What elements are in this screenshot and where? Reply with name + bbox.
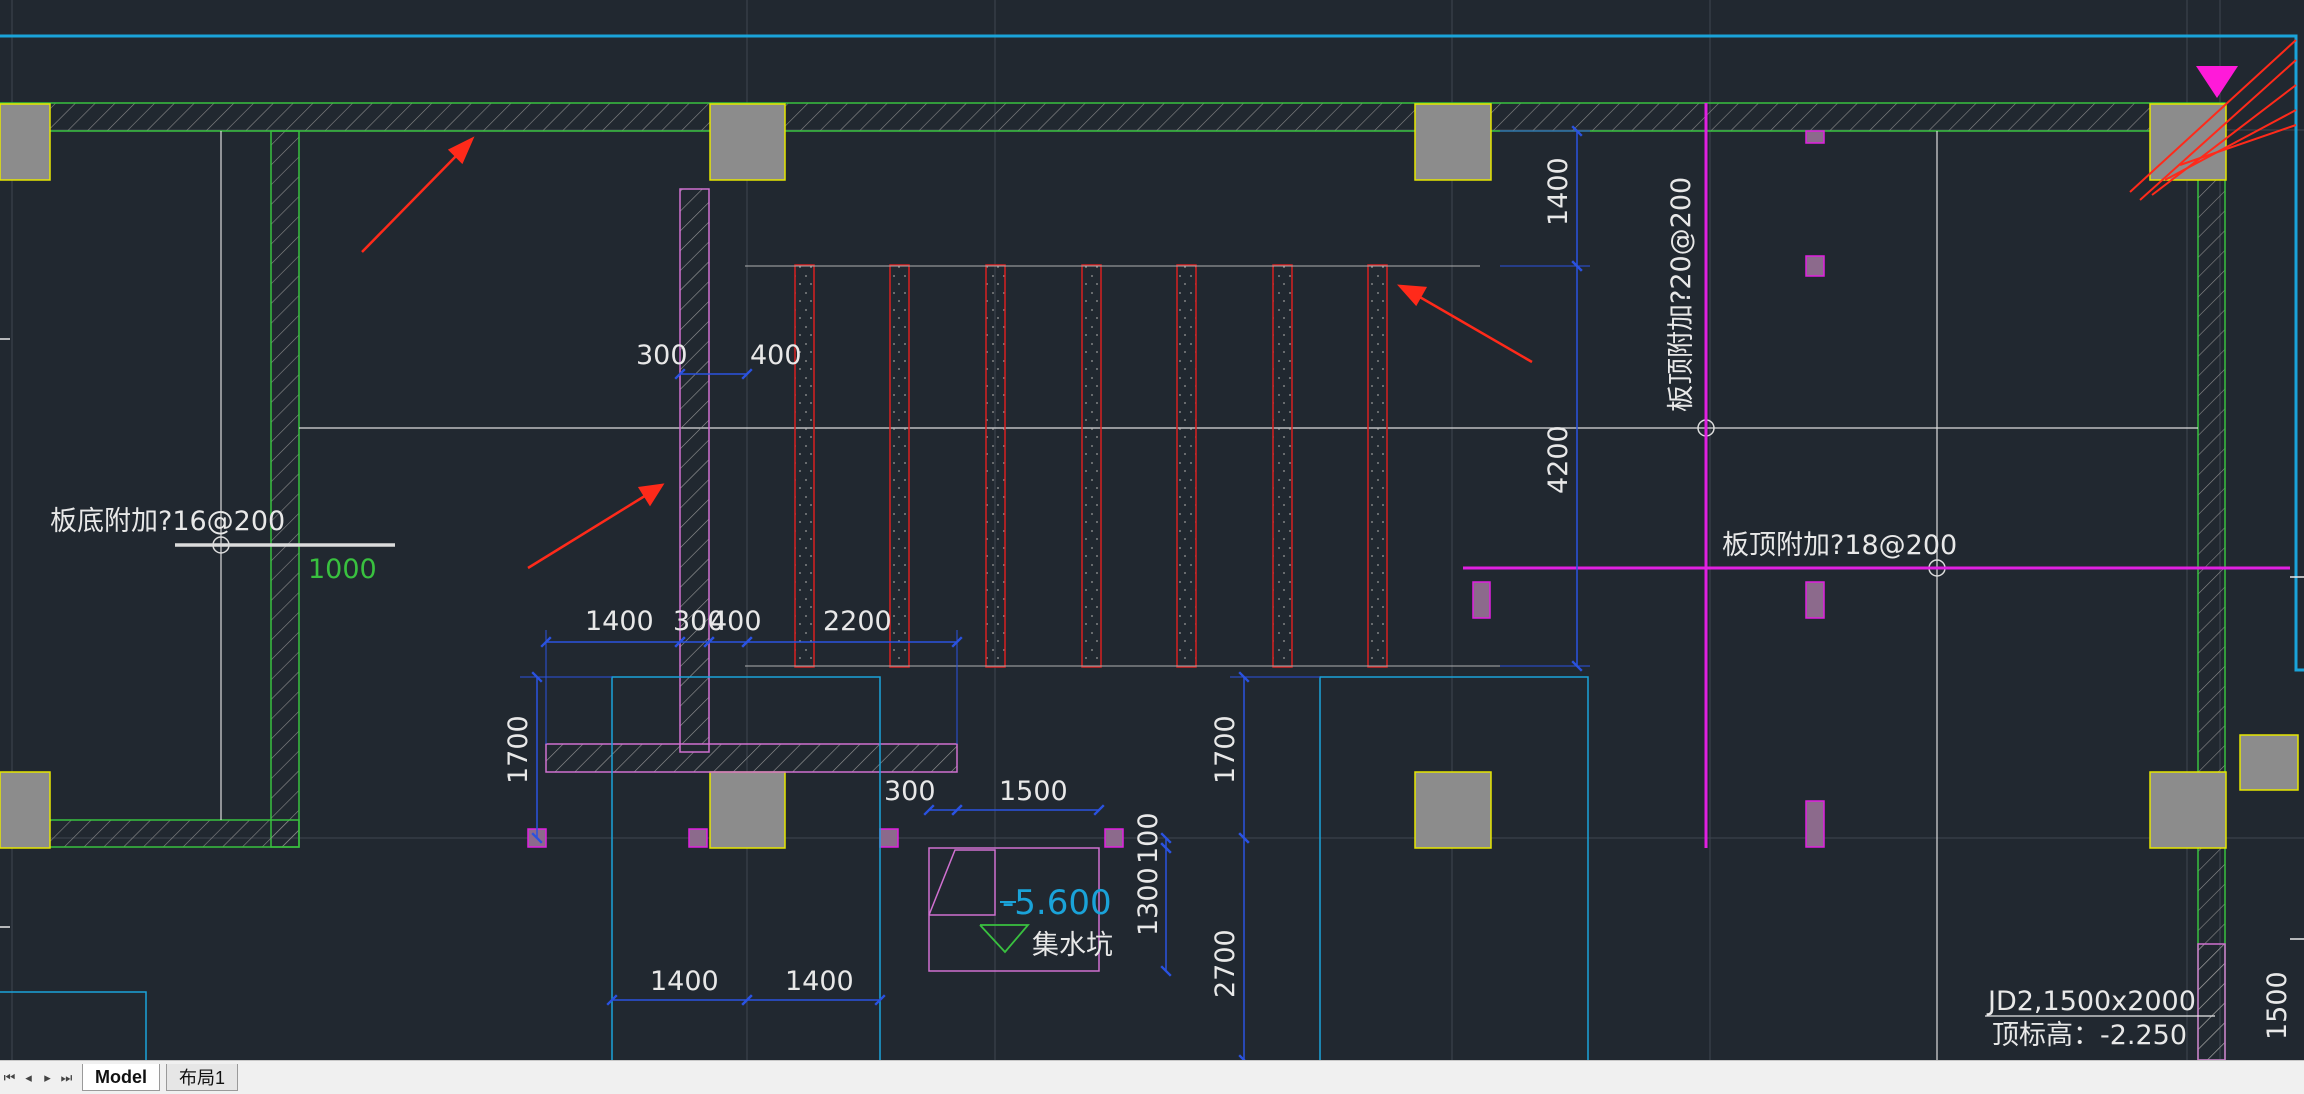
reference-circles: [212, 419, 1946, 577]
dim-1400-bottom-a: 1400: [650, 966, 719, 997]
drawing-canvas[interactable]: 板底附加?16@200 1000 板顶附加?20@200 板顶附加?18@200…: [0, 0, 2304, 1060]
dim-1500-right: 1500: [2262, 971, 2293, 1040]
columns: [0, 103, 2299, 849]
wall-right: [2197, 130, 2226, 1060]
first-page-icon[interactable]: ⏮: [0, 1064, 19, 1092]
dim-400-row: 400: [710, 606, 762, 637]
tab-layout1[interactable]: 布局1: [166, 1064, 239, 1091]
magenta-markers: [527, 130, 1825, 848]
dim-400-top: 400: [750, 340, 802, 371]
slab-top-horizontal-label: 板顶附加?18@200: [1722, 530, 1957, 561]
dim-300-top: 300: [636, 340, 688, 371]
dim-2200-row: 2200: [823, 606, 892, 637]
dim-100-pit: 100: [1133, 812, 1164, 864]
wall-top: [0, 102, 2226, 132]
dim-1400-bottom-b: 1400: [785, 966, 854, 997]
last-page-icon[interactable]: ⏭: [57, 1064, 76, 1092]
prev-page-icon[interactable]: ◂: [19, 1064, 38, 1092]
tab-model[interactable]: Model: [82, 1064, 160, 1091]
dim-2700: 2700: [1210, 929, 1241, 998]
top-elevation-label: 顶标高：-2.250: [1992, 1020, 2187, 1051]
offset-label: 1000: [308, 554, 377, 585]
dim-4200-vertical: 4200: [1543, 425, 1574, 494]
cyan-openings: [0, 676, 1589, 1060]
dim-1700-mid: 1700: [1210, 715, 1241, 784]
tab-model-label: Model: [95, 1066, 147, 1087]
layout-tab-bar: ⏮ ◂ ▸ ⏭ Model 布局1: [0, 1060, 2304, 1094]
slab-bottom-label: 板底附加?16@200: [50, 506, 285, 537]
dim-1700-left: 1700: [503, 715, 534, 784]
pit-label: 集水坑: [1032, 930, 1113, 961]
red-arrows: [361, 136, 1533, 570]
dim-1400-row: 1400: [585, 606, 654, 637]
tab-layout1-label: 布局1: [179, 1068, 226, 1088]
dim-1400-vertical: 1400: [1543, 157, 1574, 226]
dim-1300-pit: 1300: [1133, 867, 1164, 936]
pit-elevation-label: -5.600: [1002, 883, 1112, 923]
jd-size-label: JD2,1500x2000: [1986, 986, 2196, 1017]
wall-left-room: [0, 130, 300, 848]
next-page-icon[interactable]: ▸: [38, 1064, 57, 1092]
magenta-rebar-lines: [1463, 103, 2290, 848]
slab-top-vertical-label: 板顶附加?20@200: [1666, 177, 1697, 412]
dim-300-pit: 300: [884, 776, 936, 807]
dim-1500-pit: 1500: [999, 776, 1068, 807]
